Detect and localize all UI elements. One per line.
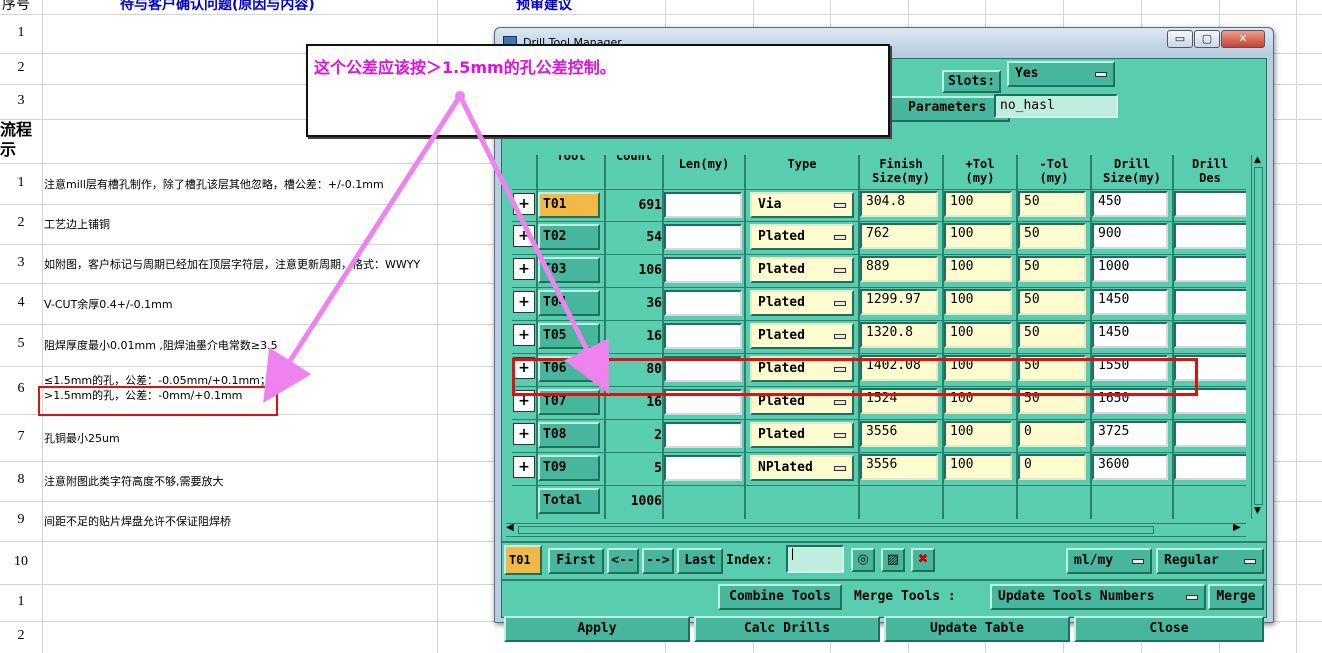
arrow-to-sheet [263, 94, 463, 403]
screen: 序号 待与客户确认问题(原因与内容) 预审建议 流程示 1 2 3 1 注意mill层有… [0, 0, 1322, 653]
arrow-to-t07 [457, 94, 609, 394]
annotation-arrows [263, 91, 609, 403]
arrow-origin [455, 91, 465, 101]
